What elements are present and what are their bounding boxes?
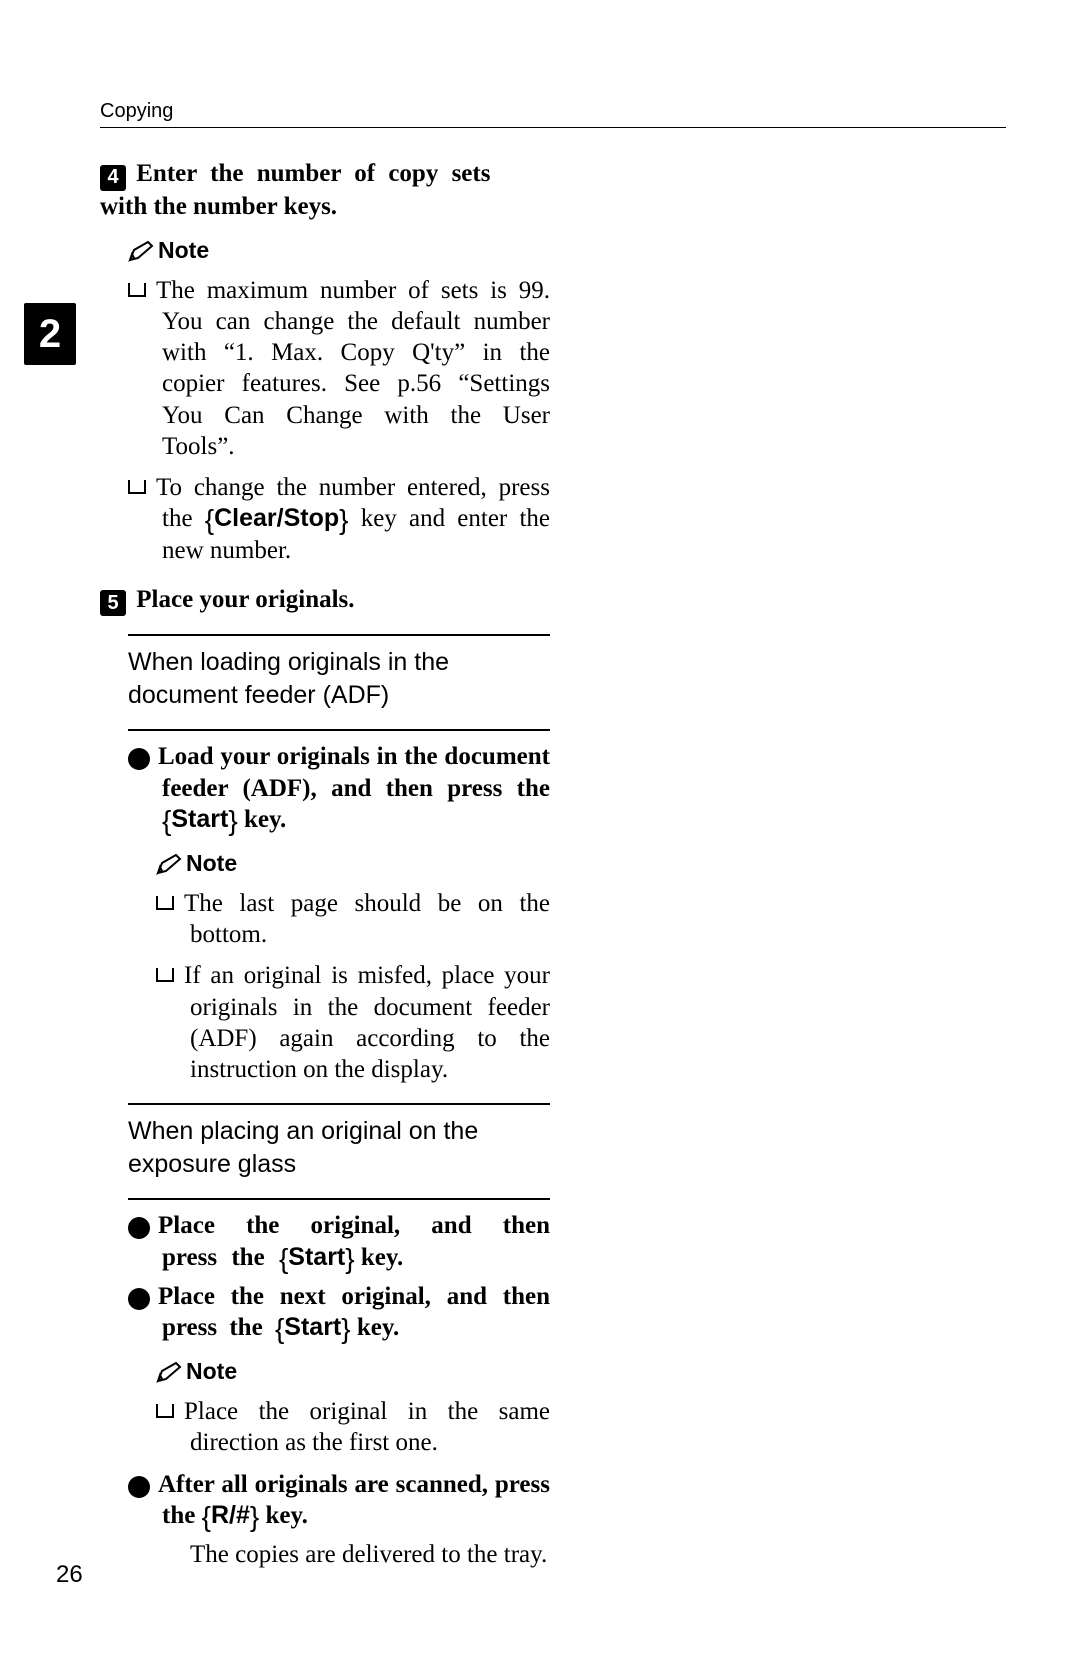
note-heading: Note bbox=[128, 236, 550, 269]
substep-3: 3After all originals are scanned, press … bbox=[128, 1469, 550, 1532]
circle-number-icon: 2 bbox=[128, 1288, 150, 1310]
substep-text-b: key. bbox=[355, 1244, 404, 1271]
note-text: If an original is misfed, place your ori… bbox=[184, 962, 550, 1083]
subsection-heading: When loading originals in the document f… bbox=[128, 646, 550, 711]
key-label: Start bbox=[171, 805, 228, 833]
pencil-icon bbox=[156, 1361, 182, 1390]
subsection-adf: When loading originals in the document f… bbox=[128, 634, 550, 1085]
circle-number-icon: 3 bbox=[128, 1476, 150, 1498]
keycap: {R/#} bbox=[202, 1501, 260, 1529]
note-item: To change the number entered, press the … bbox=[128, 472, 550, 566]
key-label: Start bbox=[284, 1313, 341, 1341]
note-item: The last page should be on the bottom. bbox=[156, 888, 550, 951]
circle-number-icon: 1 bbox=[128, 748, 150, 770]
step-4-text-line2: with the number keys. bbox=[100, 191, 550, 222]
substep-2: 2Place the next original, and then press… bbox=[128, 1281, 550, 1344]
keycap: {Clear/Stop} bbox=[205, 504, 349, 532]
manual-page: Copying 2 4 Enter the number of copy set… bbox=[0, 0, 1080, 1669]
step-number-badge: 5 bbox=[100, 590, 126, 616]
substep-text-b: key. bbox=[259, 1502, 308, 1529]
subsection-exposure-glass: When placing an original on the exposure… bbox=[128, 1103, 550, 1570]
page-number: 26 bbox=[56, 1561, 83, 1589]
substep-text-b: key. bbox=[238, 806, 287, 833]
key-label: R/# bbox=[211, 1501, 250, 1529]
note-text: The last page should be on the bottom. bbox=[184, 890, 550, 948]
note-label: Note bbox=[158, 237, 209, 263]
step-number-badge: 4 bbox=[100, 165, 126, 191]
note-bullet-icon bbox=[156, 896, 174, 910]
note-item: If an original is misfed, place your ori… bbox=[156, 960, 550, 1085]
note-item: Place the original in the same direction… bbox=[156, 1396, 550, 1459]
keycap: {Start} bbox=[162, 805, 238, 833]
key-label: Start bbox=[288, 1243, 345, 1271]
pencil-icon bbox=[128, 240, 154, 269]
note-text: Place the original in the same direction… bbox=[184, 1398, 550, 1456]
body-column: 4 Enter the number of copy sets with the… bbox=[100, 158, 550, 1570]
divider bbox=[128, 1198, 550, 1200]
key-label: Clear/Stop bbox=[214, 504, 339, 532]
step-4-text-line1: Enter the number of copy sets bbox=[136, 160, 490, 187]
substep-1: 1Place the original, and then press the … bbox=[128, 1210, 550, 1273]
note-heading: Note bbox=[156, 849, 550, 882]
circle-number-icon: 1 bbox=[128, 1217, 150, 1239]
substep-text-b: key. bbox=[351, 1314, 400, 1341]
note-bullet-icon bbox=[156, 968, 174, 982]
note-label: Note bbox=[186, 1358, 237, 1384]
note-bullet-icon bbox=[156, 1404, 174, 1418]
subsection-heading: When placing an original on the exposure… bbox=[128, 1115, 550, 1180]
step-5-text: Place your originals. bbox=[136, 586, 354, 613]
divider bbox=[128, 634, 550, 636]
substep-text-a: Load your originals in the document feed… bbox=[158, 743, 550, 801]
result-text: The copies are delivered to the tray. bbox=[156, 1539, 550, 1570]
keycap: {Start} bbox=[275, 1313, 351, 1341]
note-heading: Note bbox=[156, 1357, 550, 1390]
step-5: 5 Place your originals. bbox=[100, 584, 550, 617]
chapter-tab: 2 bbox=[24, 303, 76, 365]
step-4: 4 Enter the number of copy sets with the… bbox=[100, 158, 550, 222]
keycap: {Start} bbox=[279, 1243, 355, 1271]
note-bullet-icon bbox=[128, 480, 146, 494]
note-bullet-icon bbox=[128, 283, 146, 297]
running-head: Copying bbox=[100, 100, 1006, 128]
divider bbox=[128, 1103, 550, 1105]
divider bbox=[128, 729, 550, 731]
pencil-icon bbox=[156, 853, 182, 882]
note-text: The maximum number of sets is 99. You ca… bbox=[156, 277, 550, 460]
substep-1: 1 Load your originals in the document fee… bbox=[128, 741, 550, 835]
note-item: The maximum number of sets is 99. You ca… bbox=[128, 275, 550, 463]
note-label: Note bbox=[186, 850, 237, 876]
